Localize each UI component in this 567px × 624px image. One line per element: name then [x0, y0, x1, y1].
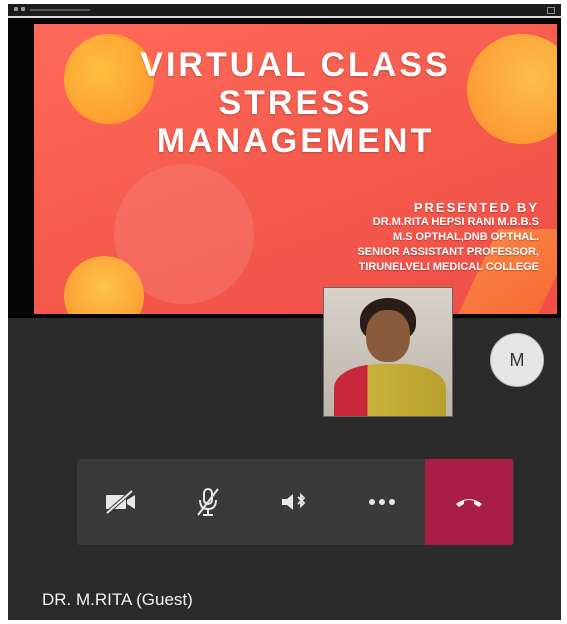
- hang-up-button[interactable]: [425, 459, 513, 545]
- screen-share-area: VIRTUAL CLASS STRESS MANAGEMENT PRESENTE…: [8, 18, 561, 318]
- window-title: [30, 9, 90, 11]
- slide-title-line: MANAGEMENT: [156, 122, 435, 160]
- window-icon: [14, 7, 18, 11]
- window-icon-secondary: [21, 7, 25, 11]
- presenter-line: M.S OPTHAL,DNB OPTHAL.: [392, 231, 539, 243]
- speaker-bluetooth-icon: [281, 492, 305, 510]
- meeting-window: VIRTUAL CLASS STRESS MANAGEMENT PRESENTE…: [8, 4, 561, 620]
- slide-title: VIRTUAL CLASS STRESS MANAGEMENT: [34, 46, 557, 160]
- participant-body: [334, 364, 446, 416]
- slide-title-line: STRESS: [218, 84, 373, 122]
- presenter-info: PRESENTED BY DR.M.RITA HEPSI RANI M.B.B.…: [279, 200, 539, 275]
- speaker-button[interactable]: [251, 459, 338, 545]
- presentation-slide: VIRTUAL CLASS STRESS MANAGEMENT PRESENTE…: [34, 24, 557, 314]
- participant-avatar[interactable]: M: [490, 333, 544, 387]
- presenter-line: SENIOR ASSISTANT PROFESSOR,: [357, 246, 539, 258]
- maximize-icon[interactable]: [547, 7, 555, 14]
- hang-up-icon: [456, 499, 482, 507]
- presenter-line: TIRUNELVELI MEDICAL COLLEGE: [358, 261, 540, 273]
- presented-by-heading: PRESENTED BY: [413, 200, 539, 215]
- more-options-button[interactable]: [338, 459, 425, 545]
- participant-name-label: DR. M.RITA (Guest): [42, 590, 193, 609]
- mic-toggle-button[interactable]: [164, 459, 251, 545]
- video-off-icon: [105, 489, 135, 515]
- more-options-icon: [368, 499, 395, 505]
- presenter-line: DR.M.RITA HEPSI RANI M.B.B.S: [372, 216, 539, 228]
- window-title-bar: [8, 4, 561, 18]
- mic-off-icon: [196, 488, 219, 516]
- slide-title-line: VIRTUAL CLASS: [140, 46, 451, 84]
- call-controls-bar: [77, 459, 514, 545]
- participant-face: [366, 310, 410, 362]
- camera-toggle-button[interactable]: [77, 459, 164, 545]
- participant-video-tile[interactable]: [323, 287, 453, 417]
